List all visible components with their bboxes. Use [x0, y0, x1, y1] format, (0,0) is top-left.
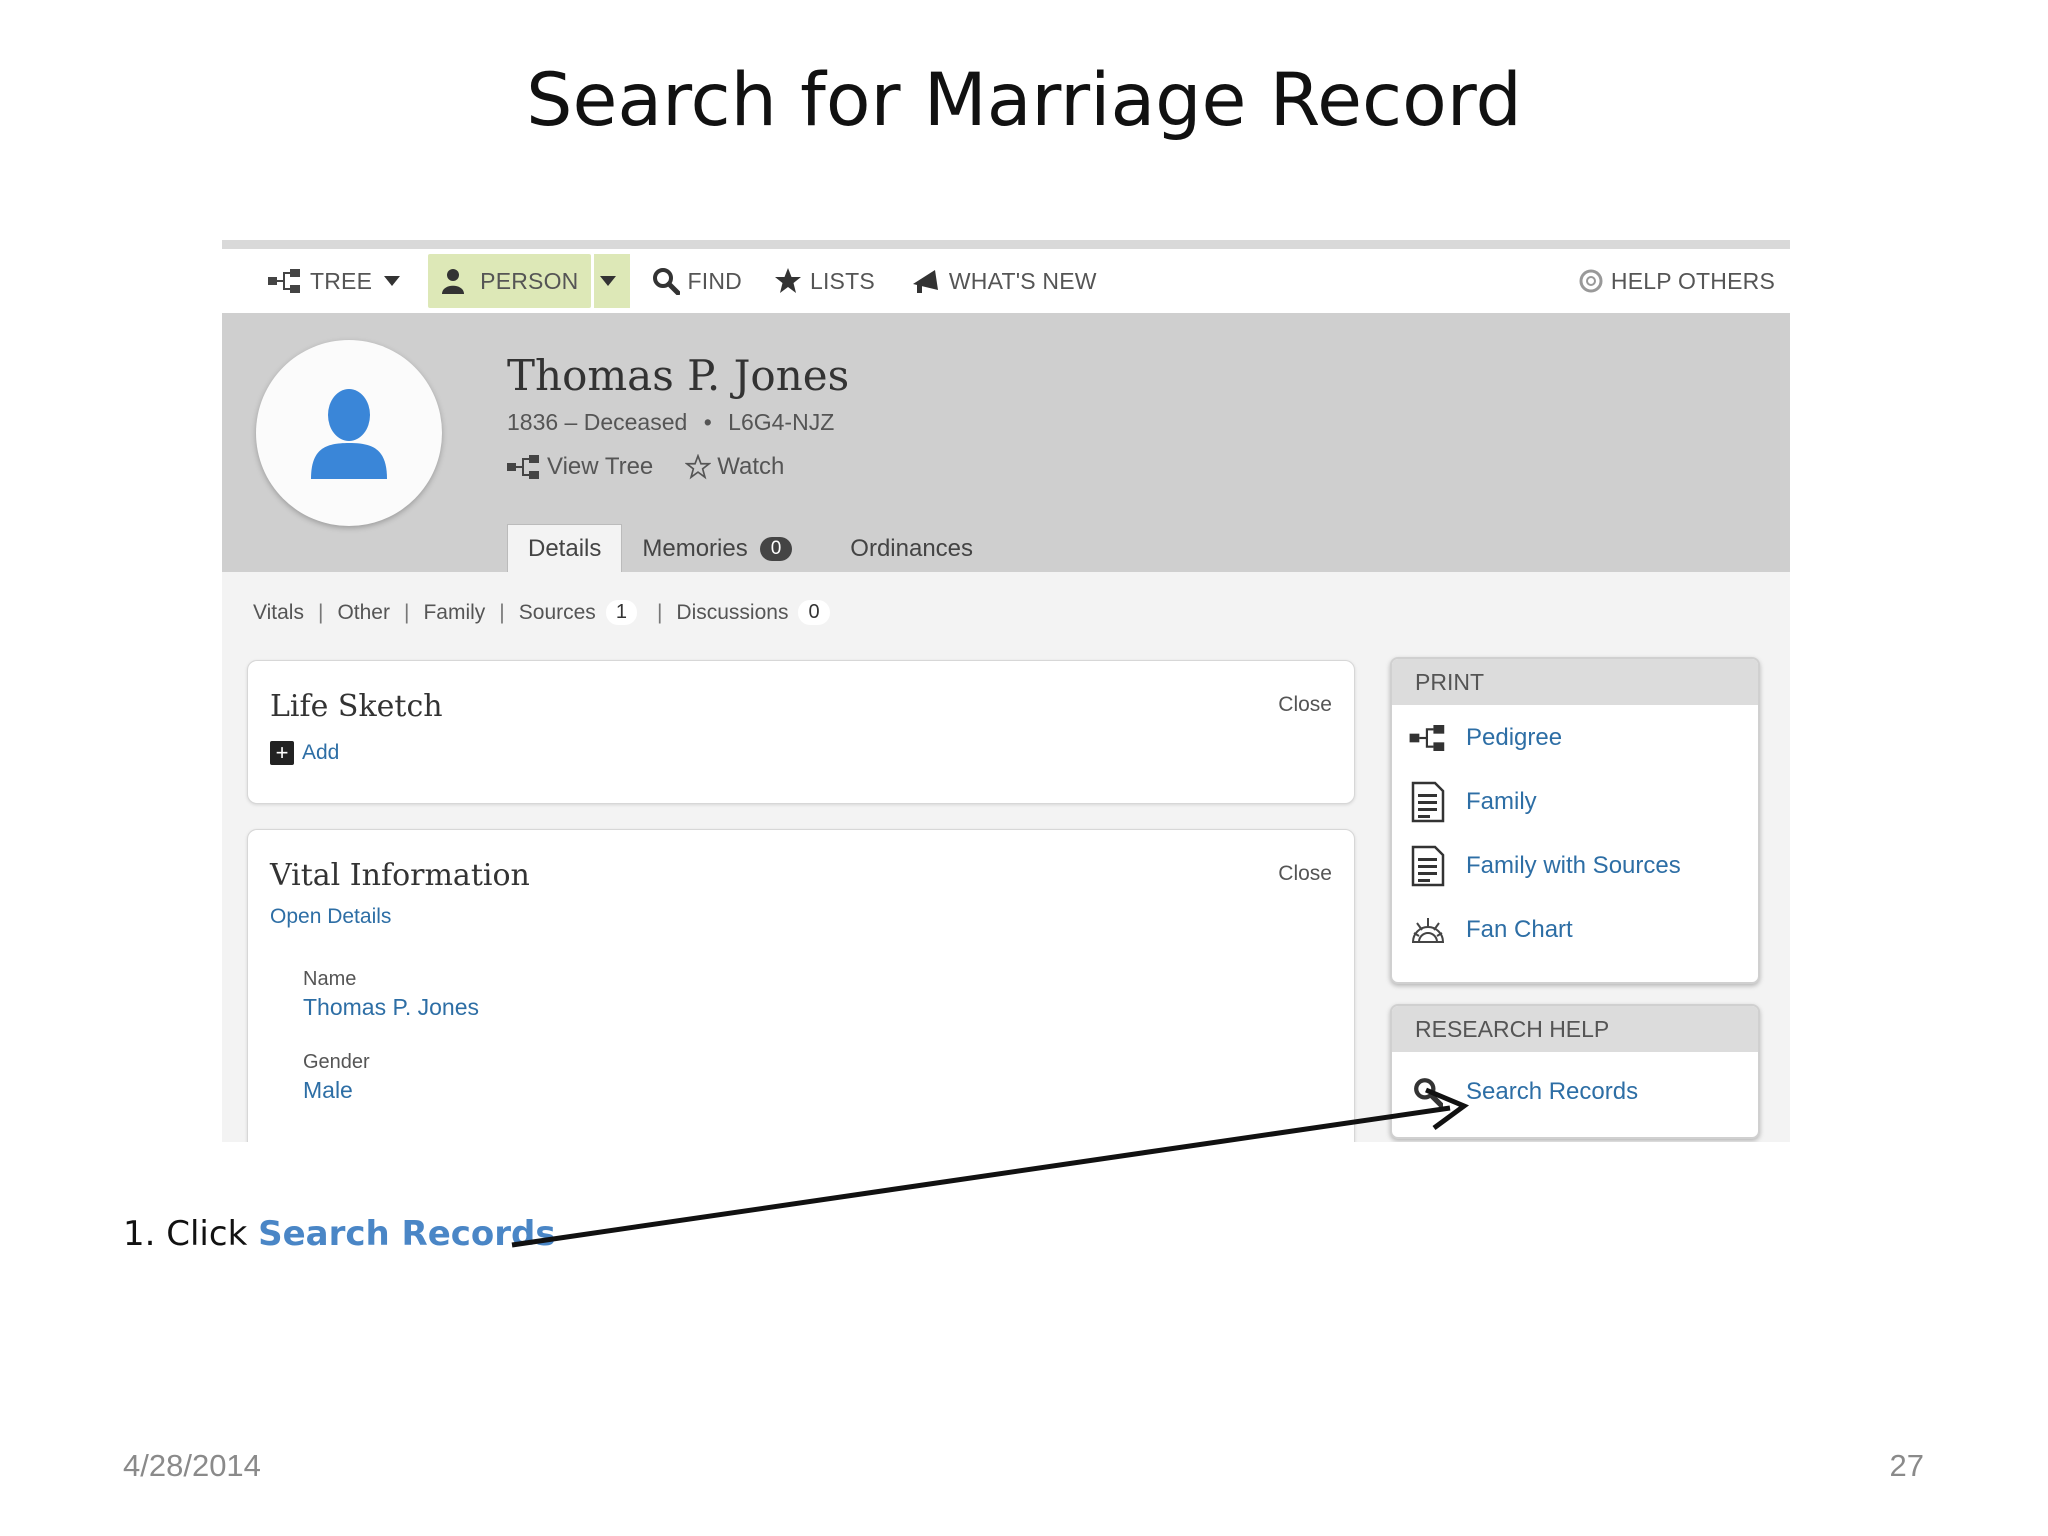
- slide-page-number: 27: [1889, 1448, 1924, 1483]
- slide-date: 4/28/2014: [123, 1448, 261, 1483]
- callout-arrow: [511, 1087, 1470, 1248]
